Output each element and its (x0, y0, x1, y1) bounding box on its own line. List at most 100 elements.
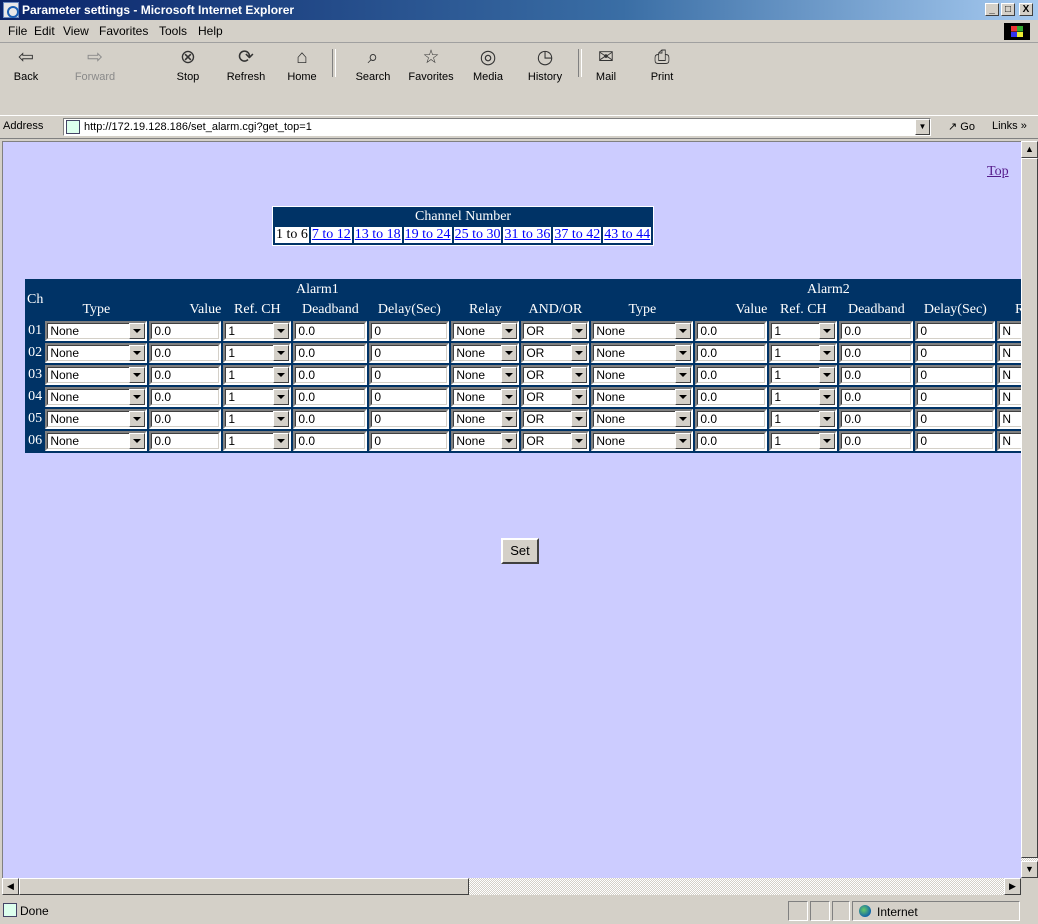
scroll-left-icon[interactable]: ◀ (2, 878, 19, 895)
channel-range-link[interactable]: 13 to 18 (353, 227, 402, 243)
favorites-button[interactable]: ☆ Favorites (402, 45, 460, 111)
alarm2-type-select[interactable]: None (591, 387, 694, 407)
alarm1-and-or-select[interactable]: OR (521, 365, 590, 385)
chevron-down-icon[interactable] (571, 345, 588, 361)
alarm1-delay-input[interactable]: 0 (369, 409, 450, 429)
chevron-down-icon[interactable] (273, 389, 290, 405)
chevron-down-icon[interactable] (273, 433, 290, 449)
alarm1-relay-select[interactable]: None (451, 343, 520, 363)
alarm2-value-input[interactable]: 0.0 (695, 387, 768, 407)
alarm2-relay-input[interactable]: N (997, 321, 1021, 341)
alarm1-type-select[interactable]: None (45, 343, 148, 363)
alarm2-ref-ch-select[interactable]: 1 (769, 365, 838, 385)
alarm1-deadband-input[interactable]: 0.0 (293, 343, 368, 363)
vertical-scroll-thumb[interactable] (1021, 158, 1038, 858)
chevron-down-icon[interactable] (129, 323, 146, 339)
channel-range-link[interactable]: 19 to 24 (403, 227, 452, 243)
alarm1-type-select[interactable]: None (45, 387, 148, 407)
chevron-down-icon[interactable] (819, 367, 836, 383)
alarm2-ref-ch-select[interactable]: 1 (769, 431, 838, 451)
chevron-down-icon[interactable] (273, 323, 290, 339)
chevron-down-icon[interactable] (501, 389, 518, 405)
alarm2-delay-input[interactable]: 0 (915, 409, 996, 429)
horizontal-scroll-thumb[interactable] (19, 878, 469, 895)
address-input[interactable]: http://172.19.128.186/set_alarm.cgi?get_… (63, 118, 931, 136)
alarm2-delay-input[interactable]: 0 (915, 365, 996, 385)
alarm1-delay-input[interactable]: 0 (369, 365, 450, 385)
alarm1-deadband-input[interactable]: 0.0 (293, 387, 368, 407)
alarm2-type-select[interactable]: None (591, 343, 694, 363)
alarm1-ref-ch-select[interactable]: 1 (223, 343, 292, 363)
chevron-down-icon[interactable] (501, 433, 518, 449)
alarm2-relay-input[interactable]: N (997, 387, 1021, 407)
alarm1-deadband-input[interactable]: 0.0 (293, 365, 368, 385)
chevron-down-icon[interactable] (819, 345, 836, 361)
alarm1-value-input[interactable]: 0.0 (149, 431, 222, 451)
alarm1-value-input[interactable]: 0.0 (149, 321, 222, 341)
alarm2-value-input[interactable]: 0.0 (695, 343, 768, 363)
set-button[interactable]: Set (501, 538, 539, 564)
alarm2-type-select[interactable]: None (591, 365, 694, 385)
menu-file[interactable]: File (8, 24, 27, 38)
chevron-down-icon[interactable] (129, 345, 146, 361)
menu-tools[interactable]: Tools (159, 24, 187, 38)
chevron-down-icon[interactable] (675, 323, 692, 339)
chevron-down-icon[interactable] (273, 411, 290, 427)
alarm1-and-or-select[interactable]: OR (521, 409, 590, 429)
alarm1-delay-input[interactable]: 0 (369, 343, 450, 363)
alarm1-and-or-select[interactable]: OR (521, 343, 590, 363)
forward-button[interactable]: ⇨ Forward (70, 45, 120, 111)
chevron-down-icon[interactable] (675, 389, 692, 405)
top-link[interactable]: Top (987, 164, 1009, 180)
chevron-down-icon[interactable] (501, 323, 518, 339)
chevron-down-icon[interactable] (571, 323, 588, 339)
alarm1-deadband-input[interactable]: 0.0 (293, 409, 368, 429)
alarm1-value-input[interactable]: 0.0 (149, 387, 222, 407)
alarm2-deadband-input[interactable]: 0.0 (839, 343, 914, 363)
alarm2-deadband-input[interactable]: 0.0 (839, 431, 914, 451)
alarm1-and-or-select[interactable]: OR (521, 431, 590, 451)
alarm1-relay-select[interactable]: None (451, 387, 520, 407)
channel-range-link[interactable]: 43 to 44 (603, 227, 652, 243)
chevron-down-icon[interactable] (819, 433, 836, 449)
alarm2-relay-input[interactable]: N (997, 431, 1021, 451)
alarm2-ref-ch-select[interactable]: 1 (769, 387, 838, 407)
alarm2-ref-ch-select[interactable]: 1 (769, 321, 838, 341)
alarm1-and-or-select[interactable]: OR (521, 387, 590, 407)
chevron-down-icon[interactable] (675, 345, 692, 361)
media-button[interactable]: ◎ Media (466, 45, 510, 111)
alarm2-deadband-input[interactable]: 0.0 (839, 387, 914, 407)
alarm1-type-select[interactable]: None (45, 431, 148, 451)
alarm1-delay-input[interactable]: 0 (369, 387, 450, 407)
alarm1-delay-input[interactable]: 0 (369, 321, 450, 341)
menu-favorites[interactable]: Favorites (99, 24, 148, 38)
alarm1-and-or-select[interactable]: OR (521, 321, 590, 341)
scroll-down-icon[interactable]: ▼ (1021, 861, 1038, 878)
alarm2-type-select[interactable]: None (591, 321, 694, 341)
back-button[interactable]: ⇦ Back (4, 45, 48, 111)
alarm2-deadband-input[interactable]: 0.0 (839, 365, 914, 385)
mail-button[interactable]: ✉ Mail (586, 45, 626, 111)
close-button[interactable]: X (1019, 3, 1033, 16)
alarm2-type-select[interactable]: None (591, 409, 694, 429)
alarm2-ref-ch-select[interactable]: 1 (769, 343, 838, 363)
menu-help[interactable]: Help (198, 24, 223, 38)
chevron-down-icon[interactable] (675, 367, 692, 383)
alarm1-delay-input[interactable]: 0 (369, 431, 450, 451)
alarm1-value-input[interactable]: 0.0 (149, 343, 222, 363)
search-button[interactable]: ⌕ Search (348, 45, 398, 111)
chevron-down-icon[interactable] (571, 411, 588, 427)
chevron-down-icon[interactable] (129, 367, 146, 383)
go-button[interactable]: ↗ Go (948, 120, 975, 133)
alarm2-delay-input[interactable]: 0 (915, 321, 996, 341)
alarm2-type-select[interactable]: None (591, 431, 694, 451)
alarm1-deadband-input[interactable]: 0.0 (293, 431, 368, 451)
maximize-button[interactable]: □ (1001, 3, 1015, 16)
chevron-down-icon[interactable] (571, 389, 588, 405)
chevron-down-icon[interactable] (273, 345, 290, 361)
scroll-right-icon[interactable]: ▶ (1004, 878, 1021, 895)
chevron-down-icon[interactable] (819, 411, 836, 427)
chevron-down-icon[interactable] (129, 411, 146, 427)
home-button[interactable]: ⌂ Home (281, 45, 323, 111)
scroll-up-icon[interactable]: ▲ (1021, 141, 1038, 158)
